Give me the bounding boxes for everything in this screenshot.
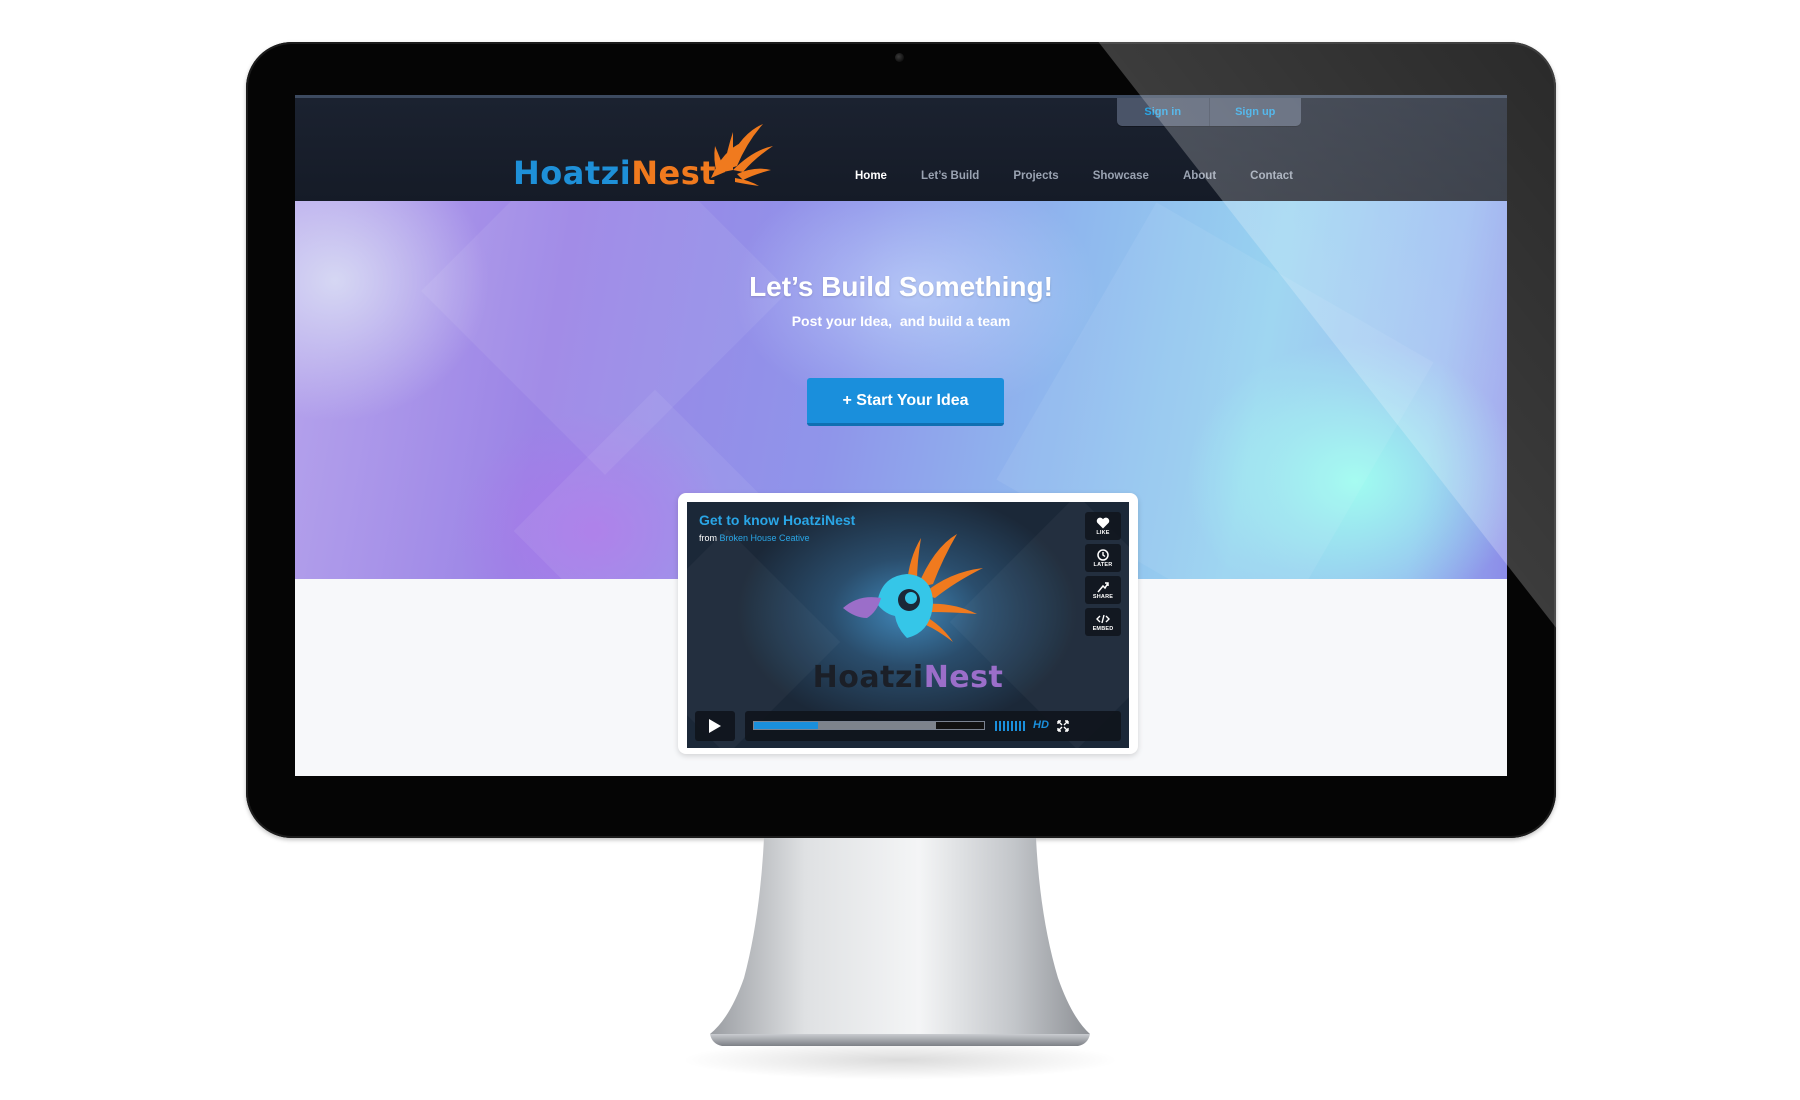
auth-bar: Sign in Sign up xyxy=(1117,98,1301,126)
sign-up-button[interactable]: Sign up xyxy=(1208,98,1302,126)
nav-item-projects[interactable]: Projects xyxy=(1013,170,1058,182)
webcam-icon xyxy=(895,53,904,62)
monitor-frame: Sign in Sign up HoatziNest Home Let’s Bu… xyxy=(246,42,1556,838)
volume-control[interactable] xyxy=(995,721,1025,731)
like-label: LIKE xyxy=(1096,529,1110,536)
play-icon xyxy=(709,719,721,733)
video-brand: HoatziNest xyxy=(687,660,1129,695)
heart-icon xyxy=(1096,517,1110,528)
embed-label: EMBED xyxy=(1092,625,1114,632)
hero-subtitle: Post your Idea, and build a team xyxy=(791,313,1011,329)
video-brand-nest: Nest xyxy=(923,660,1004,695)
embed-button[interactable]: EMBED xyxy=(1085,608,1121,636)
main-nav: Home Let’s Build Projects Showcase About… xyxy=(855,170,1327,182)
video-controls: HD xyxy=(687,707,1129,748)
fullscreen-icon[interactable] xyxy=(1057,720,1069,732)
nav-item-contact[interactable]: Contact xyxy=(1250,170,1293,182)
share-icon xyxy=(1097,581,1109,592)
video-brand-hoatzi: Hoatzi xyxy=(812,660,924,695)
share-label: SHARE xyxy=(1092,593,1114,600)
control-bar: HD xyxy=(745,711,1121,741)
nav-item-showcase[interactable]: Showcase xyxy=(1093,170,1149,182)
progress-played xyxy=(754,722,819,729)
monitor-stand xyxy=(710,838,1090,1046)
video-byline: from Broken House Ceative xyxy=(699,533,810,543)
clock-icon xyxy=(1097,548,1109,561)
hero-title: Let’s Build Something! xyxy=(749,271,1053,302)
logo-text-hoatzi: Hoatzi xyxy=(513,154,632,192)
video-player[interactable]: Get to know HoatziNest from Broken House… xyxy=(687,502,1129,748)
like-button[interactable]: LIKE xyxy=(1085,512,1121,540)
site-logo[interactable]: HoatziNest xyxy=(513,120,773,192)
later-label: LATER xyxy=(1093,561,1113,568)
hd-toggle[interactable]: HD xyxy=(1033,719,1049,731)
logo-text-nest: Nest xyxy=(631,154,717,192)
logo-wordmark: HoatziNest xyxy=(513,154,716,192)
play-button[interactable] xyxy=(695,711,735,741)
byline-from: from xyxy=(699,533,717,543)
browser-screen: Sign in Sign up HoatziNest Home Let’s Bu… xyxy=(295,95,1507,776)
nav-item-home[interactable]: Home xyxy=(855,170,887,182)
video-card: Get to know HoatziNest from Broken House… xyxy=(678,493,1138,754)
hero-pattern xyxy=(421,201,789,475)
embed-icon xyxy=(1096,614,1110,623)
byline-author-link[interactable]: Broken House Ceative xyxy=(720,533,810,543)
share-button[interactable]: SHARE xyxy=(1085,576,1121,604)
video-title[interactable]: Get to know HoatziNest xyxy=(699,512,855,528)
nav-item-lets-build[interactable]: Let’s Build xyxy=(921,170,979,182)
sign-in-button[interactable]: Sign in xyxy=(1117,98,1209,126)
video-side-actions: LIKE LATER SHARE EMBED xyxy=(1085,512,1121,636)
start-idea-button[interactable]: + Start Your Idea xyxy=(807,378,1004,426)
hoatzin-mascot-icon xyxy=(843,534,983,642)
nav-item-about[interactable]: About xyxy=(1183,170,1216,182)
watch-later-button[interactable]: LATER xyxy=(1085,544,1121,572)
progress-bar[interactable] xyxy=(753,721,985,730)
site-header: Sign in Sign up HoatziNest Home Let’s Bu… xyxy=(295,95,1507,201)
